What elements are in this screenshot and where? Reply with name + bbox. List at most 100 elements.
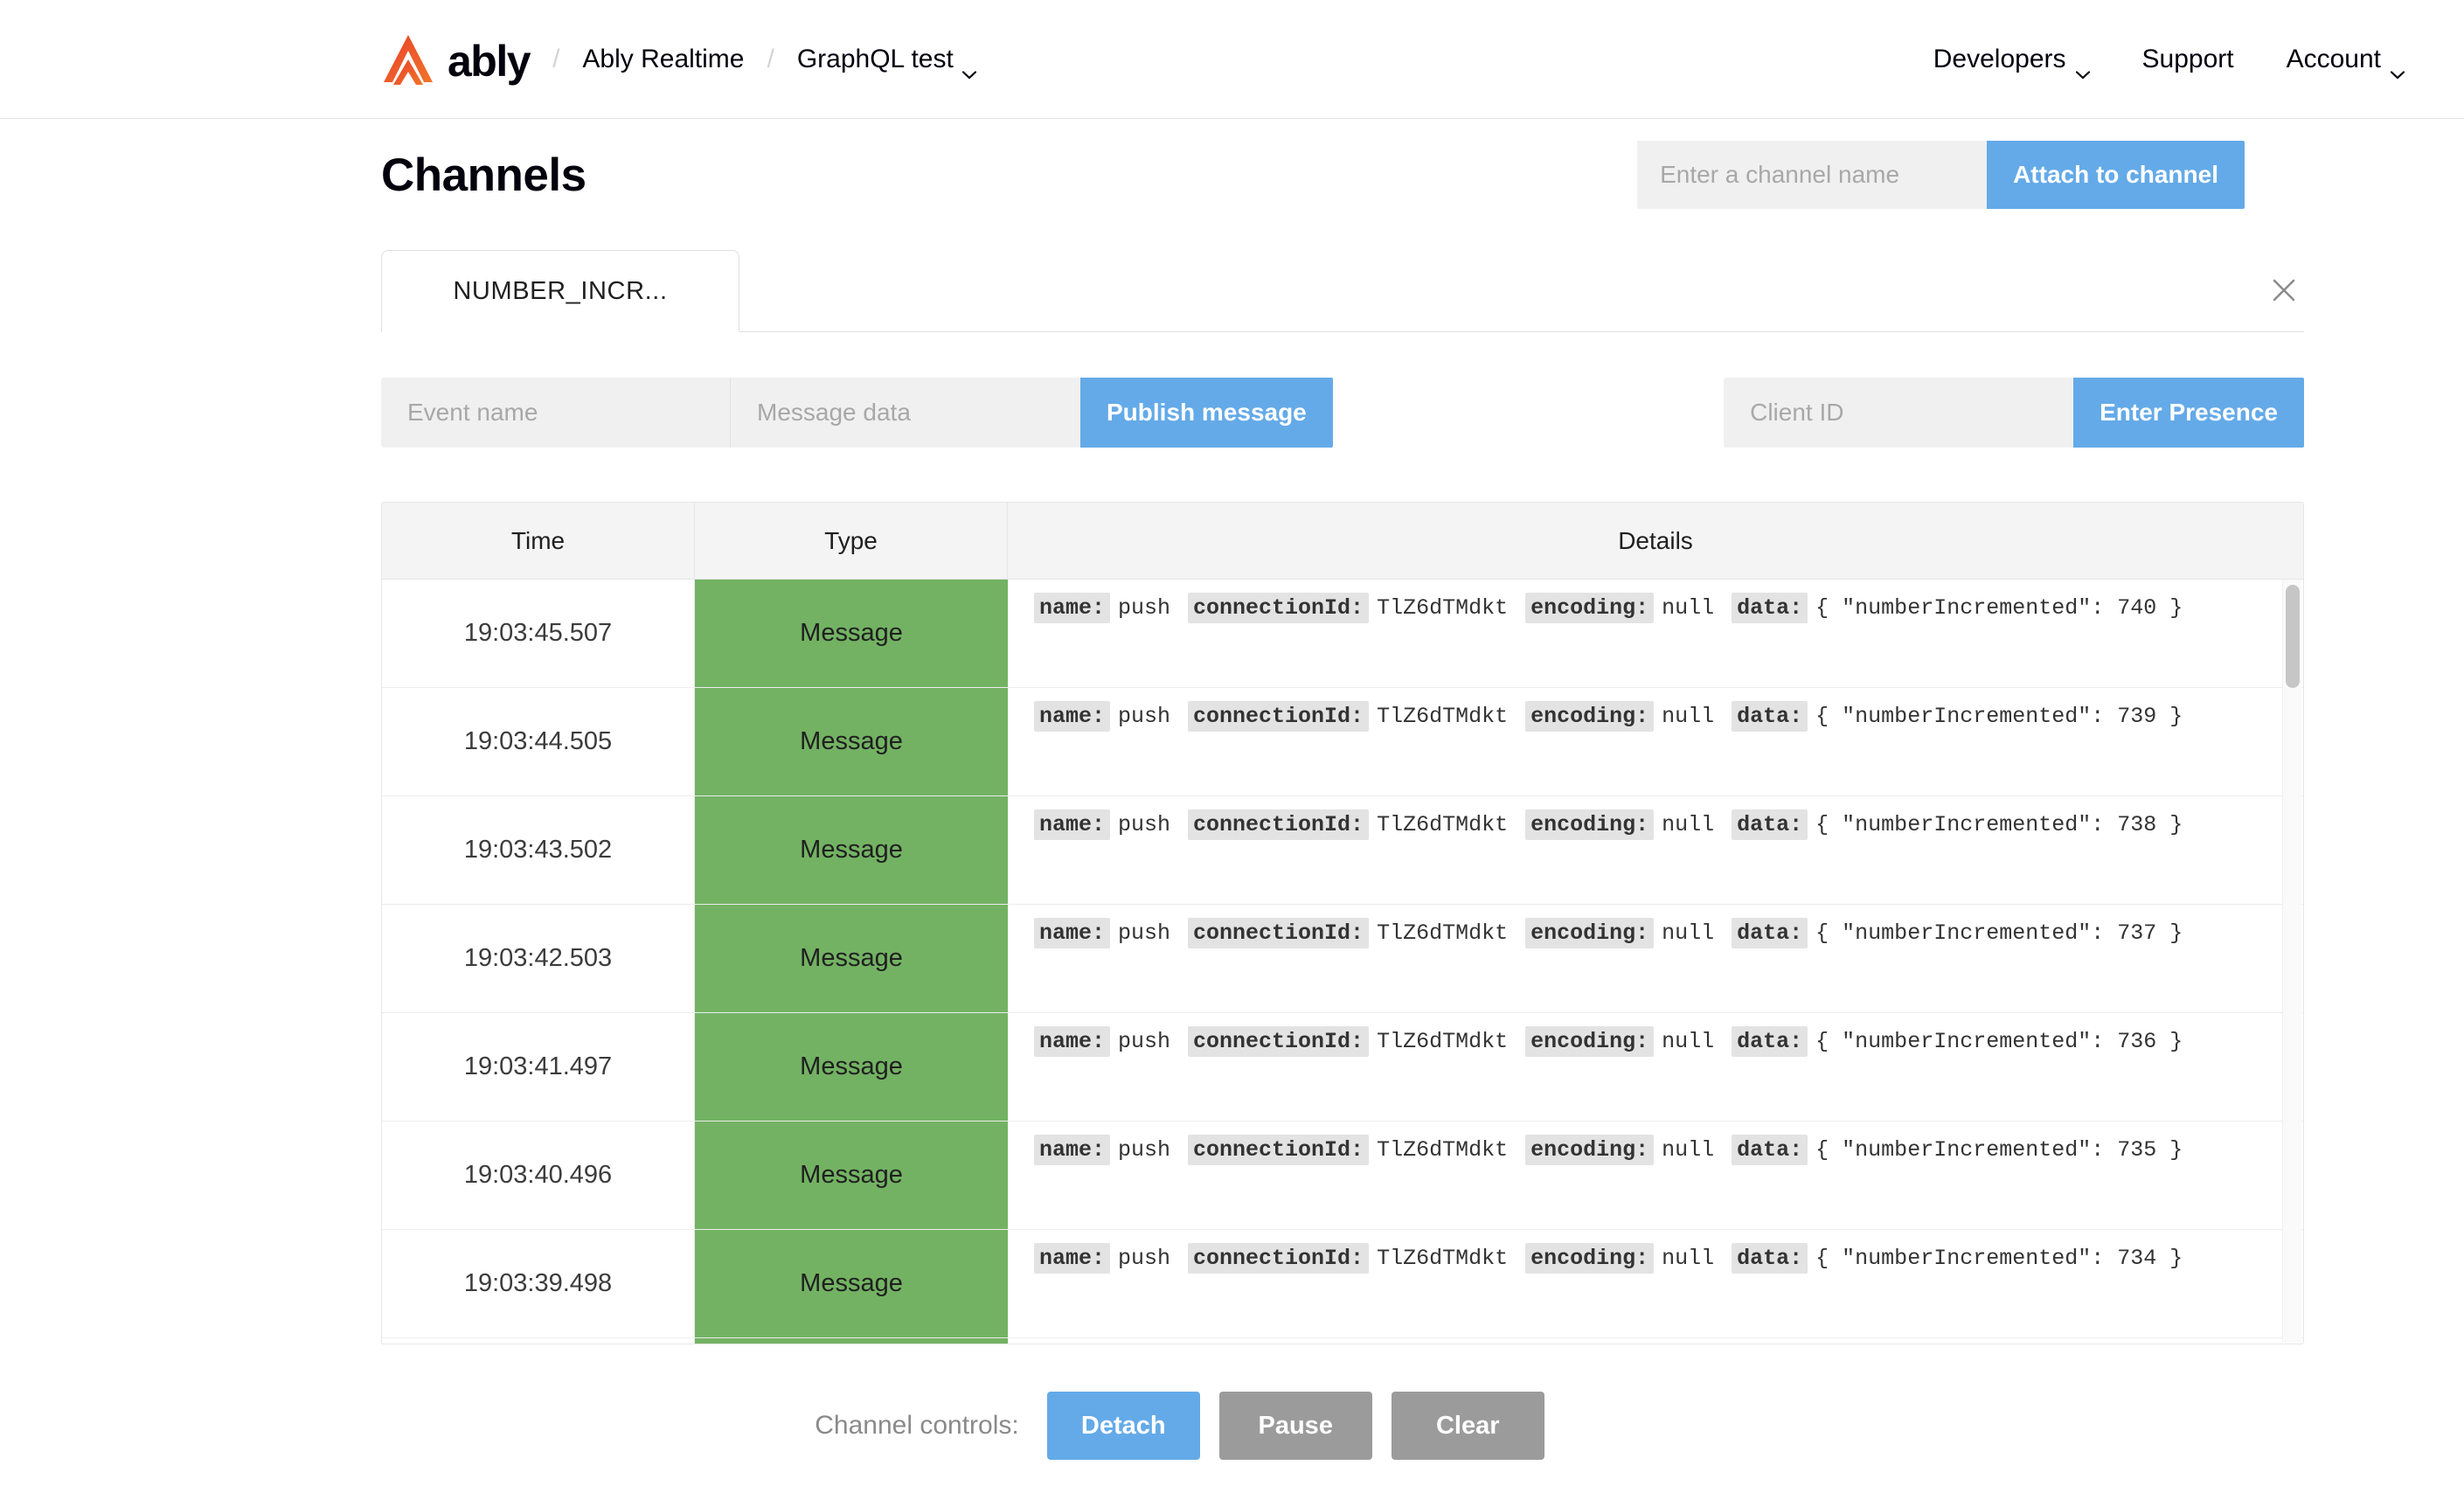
nav-item-support[interactable]: Support	[2142, 45, 2234, 74]
channel-controls-label: Channel controls:	[815, 1411, 1019, 1440]
cell-type: Message	[695, 580, 1008, 687]
details-name-key: name:	[1034, 1243, 1111, 1274]
channel-tab-strip: NUMBER_INCR...	[381, 250, 2304, 332]
page-body: Channels Attach to channel NUMBER_INCR..…	[0, 119, 2464, 1460]
cell-details: name:pushconnectionId:TlZ6dTMdktencoding…	[1008, 905, 2303, 1012]
details-data-key: data:	[1732, 918, 1808, 948]
details-connection-id-key: connectionId:	[1188, 1026, 1370, 1057]
details-connection-id-key: connectionId:	[1188, 701, 1370, 732]
nav-item-developers[interactable]: Developers	[1933, 45, 2090, 80]
details-name-key: name:	[1034, 1026, 1111, 1057]
details-data-value: { "numberIncremented": 735 }	[1815, 1137, 2183, 1163]
channel-name-input[interactable]	[1637, 141, 1988, 209]
pause-button[interactable]: Pause	[1218, 1392, 1372, 1460]
details-encoding-value: null	[1662, 1029, 1715, 1054]
details-encoding-value: null	[1662, 920, 1715, 946]
table-row[interactable]: 19:03:41.497 Message name: push connectionId…	[382, 1013, 2303, 1122]
close-icon[interactable]	[2264, 270, 2304, 310]
cell-details: name:pushconnectionId:TlZ6dTMdktencoding…	[1008, 580, 2303, 687]
table-scrollbar-thumb[interactable]	[2286, 585, 2300, 688]
details-connection-id-value: TlZ6dTMdkt	[1377, 812, 1509, 837]
cell-details: name:pushconnectionId:TlZ6dTMdktencoding…	[1008, 1122, 2303, 1229]
details-data-key: data:	[1732, 593, 1808, 623]
details-data-value: { "numberIncremented": 734 }	[1815, 1246, 2183, 1271]
cell-type: Message	[695, 1122, 1008, 1229]
details-connection-id-key: connectionId:	[1188, 593, 1370, 623]
details-name-key: name:	[1034, 701, 1111, 732]
breadcrumb-graphql-test-label: GraphQL test	[796, 44, 954, 73]
details-encoding-value: null	[1662, 1137, 1715, 1163]
table-body: 19:03:45.507 Message name: push connectionId…	[382, 580, 2303, 1344]
details-data-value: { "numberIncremented": 738 }	[1815, 812, 2183, 837]
client-id-input[interactable]	[1724, 378, 2074, 448]
message-log-table: Time Type Details 19:03:45.507 Message nam…	[381, 502, 2304, 1344]
cell-time: 19:03:43.502	[382, 796, 695, 904]
table-scrollbar[interactable]	[2282, 580, 2301, 1342]
ably-logo-icon	[381, 33, 435, 86]
cell-time	[382, 1338, 695, 1344]
message-data-input[interactable]	[731, 378, 1080, 448]
chevron-down-icon	[2390, 57, 2405, 80]
cell-details: name:pushconnectionId:TlZ6dTMdktencoding…	[1008, 1230, 2303, 1337]
cell-time: 19:03:45.507	[382, 580, 695, 687]
enter-presence-button[interactable]: Enter Presence	[2073, 378, 2304, 448]
table-row[interactable]: 19:03:43.502 Message name: push connectionId…	[382, 796, 2303, 905]
tab-number-incremented[interactable]: NUMBER_INCR...	[381, 250, 739, 332]
cell-type: Message	[695, 1013, 1008, 1121]
details-connection-id-value: TlZ6dTMdkt	[1377, 704, 1509, 729]
attach-channel-group: Attach to channel	[1637, 141, 2245, 209]
details-name-key: name:	[1034, 918, 1111, 948]
breadcrumb-ably-realtime[interactable]: Ably Realtime	[582, 45, 744, 74]
details-data-value: { "numberIncremented": 736 }	[1815, 1029, 2183, 1054]
details-name-value: push	[1118, 1246, 1171, 1271]
nav-item-account[interactable]: Account	[2287, 45, 2405, 80]
cell-type: Message	[695, 796, 1008, 904]
tab-label: NUMBER_INCR...	[453, 276, 668, 305]
details-name-value: push	[1118, 1029, 1171, 1054]
enter-presence-group: Enter Presence	[1724, 378, 2304, 448]
event-name-input[interactable]	[381, 378, 731, 448]
table-row[interactable]: name:pushconnectionId:TlZ6dTMdktencoding…	[382, 1338, 2303, 1344]
details-data-key: data:	[1732, 1026, 1808, 1057]
details-encoding-value: null	[1662, 595, 1715, 621]
details-connection-id-key: connectionId:	[1188, 1243, 1370, 1274]
detach-button[interactable]: Detach	[1046, 1392, 1200, 1460]
page-title-row: Channels Attach to channel	[0, 119, 2464, 231]
table-row[interactable]: 19:03:44.505 Message name: push connectionId…	[382, 688, 2303, 796]
channel-controls: Channel controls: Detach Pause Clear	[0, 1392, 2464, 1460]
details-connection-id-key: connectionId:	[1188, 918, 1370, 948]
ably-logo-link[interactable]: ably	[381, 33, 531, 86]
column-header-details: Details	[1618, 526, 1693, 554]
breadcrumb-separator-2: /	[767, 44, 774, 73]
clear-button[interactable]: Clear	[1391, 1392, 1544, 1460]
details-encoding-value: null	[1662, 812, 1715, 837]
details-encoding-key: encoding:	[1525, 1135, 1655, 1165]
breadcrumb-graphql-test[interactable]: GraphQL test	[796, 44, 976, 80]
details-data-value: { "numberIncremented": 740 }	[1815, 595, 2183, 621]
details-name-value: push	[1118, 1137, 1171, 1163]
details-name-value: push	[1118, 704, 1171, 729]
attach-to-channel-button[interactable]: Attach to channel	[1987, 141, 2245, 209]
cell-details: name:pushconnectionId:TlZ6dTMdktencoding…	[1008, 1013, 2303, 1121]
cell-type: Message	[695, 905, 1008, 1012]
details-encoding-key: encoding:	[1525, 701, 1655, 732]
table-row[interactable]: 19:03:40.496 Message name: push connectionId…	[382, 1122, 2303, 1230]
table-row[interactable]: 19:03:42.503 Message name: push connectionId…	[382, 905, 2303, 1013]
details-encoding-key: encoding:	[1525, 1243, 1655, 1274]
cell-type	[695, 1338, 1008, 1344]
cell-details: name:pushconnectionId:TlZ6dTMdktencoding…	[1008, 796, 2303, 904]
details-encoding-value: null	[1662, 1246, 1715, 1271]
cell-type: Message	[695, 1230, 1008, 1337]
details-connection-id-value: TlZ6dTMdkt	[1377, 595, 1509, 621]
cell-time: 19:03:39.498	[382, 1230, 695, 1337]
publish-message-group: Publish message	[381, 378, 1333, 448]
table-row[interactable]: 19:03:39.498 Message name: push connectionId…	[382, 1230, 2303, 1338]
details-encoding-key: encoding:	[1525, 809, 1655, 840]
details-data-key: data:	[1732, 1243, 1808, 1274]
brand-wordmark: ably	[448, 36, 531, 86]
details-connection-id-value: TlZ6dTMdkt	[1377, 1029, 1509, 1054]
details-data-key: data:	[1732, 701, 1808, 732]
cell-details: name:pushconnectionId:TlZ6dTMdktencoding…	[1008, 1338, 2303, 1344]
publish-message-button[interactable]: Publish message	[1080, 378, 1333, 448]
table-row[interactable]: 19:03:45.507 Message name: push connectionId…	[382, 580, 2303, 688]
